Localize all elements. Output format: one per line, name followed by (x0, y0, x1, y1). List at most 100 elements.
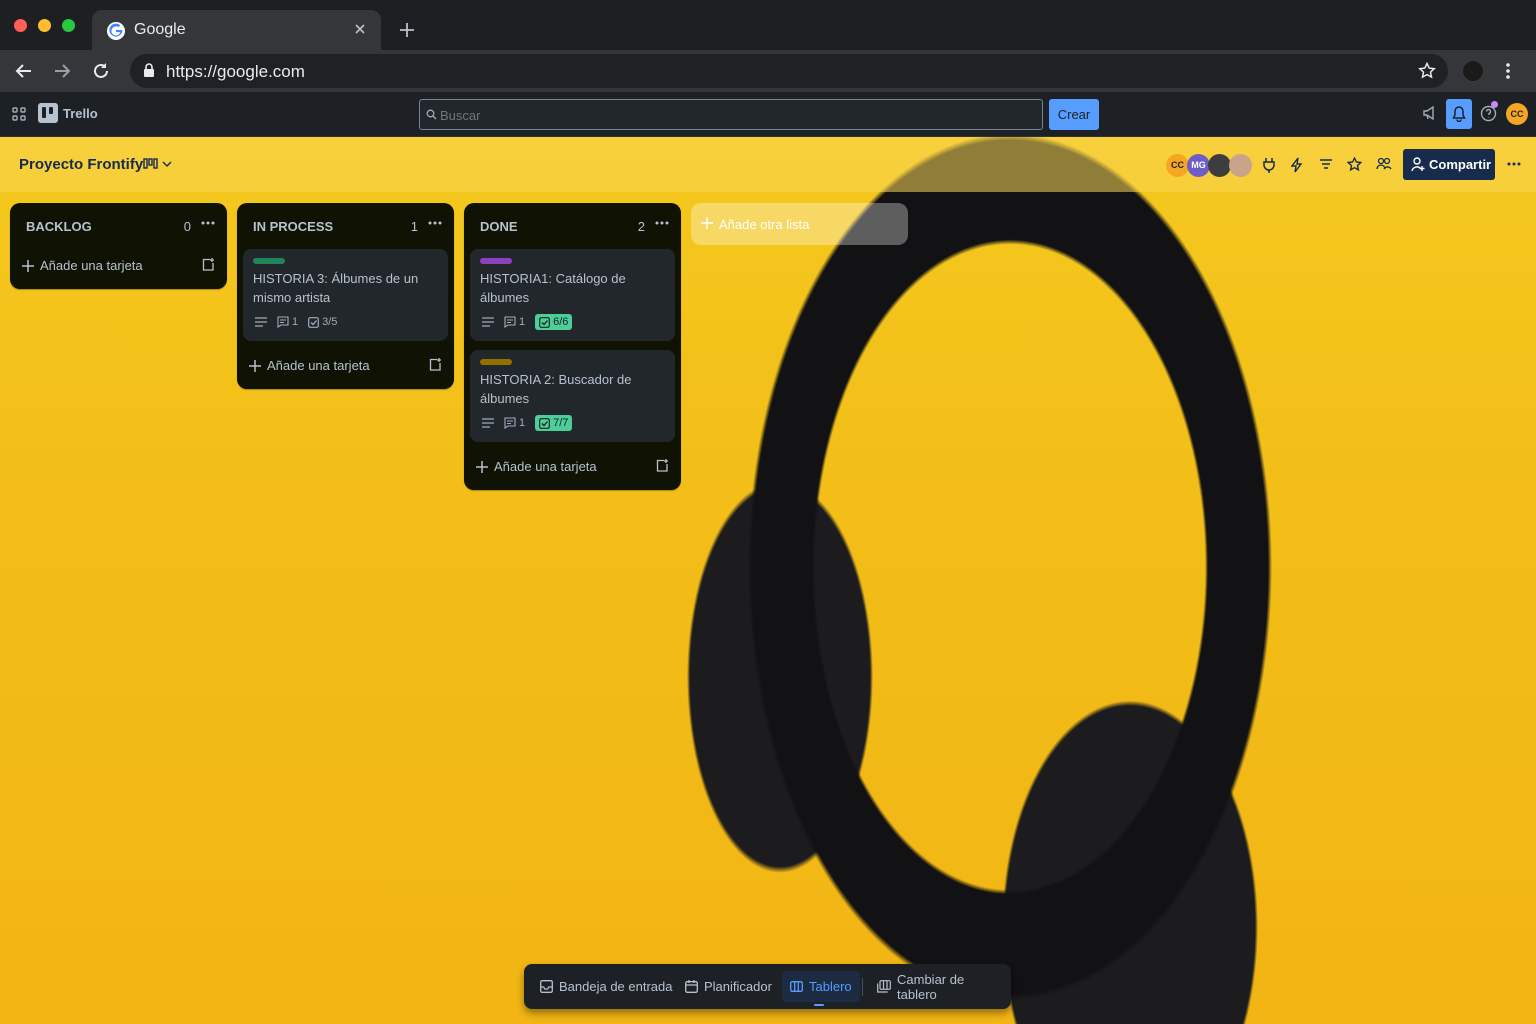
card-title: HISTORIA 2: Buscador de álbumes (480, 372, 632, 406)
megaphone-icon[interactable] (1422, 105, 1438, 121)
planner-button[interactable]: Planificador (677, 971, 780, 1002)
share-button[interactable]: Compartir (1403, 149, 1495, 180)
plus-icon (701, 217, 713, 229)
add-card-button[interactable]: Añade una tarjeta (249, 358, 370, 373)
add-card-button[interactable]: Añade una tarjeta (22, 258, 143, 273)
card-label[interactable] (253, 258, 285, 264)
member-avatar[interactable]: CC (1166, 154, 1189, 177)
automation-bolt-icon[interactable] (1291, 157, 1303, 173)
board-view-chevron-down-icon[interactable] (143, 158, 175, 172)
comment-icon (504, 316, 516, 328)
description-icon (255, 317, 267, 327)
board-title[interactable]: Proyecto Frontify (19, 156, 143, 173)
list-card-count: 1 (410, 219, 418, 234)
trello-app-name[interactable]: Trello (63, 106, 98, 121)
checklist-badge: 3/5 (308, 316, 337, 328)
star-icon[interactable] (1347, 157, 1362, 172)
address-bar[interactable]: https://google.com (130, 54, 1448, 88)
inbox-button[interactable]: Bandeja de entrada (532, 971, 680, 1002)
comments-badge: 1 (504, 417, 525, 429)
inbox-icon (540, 980, 553, 993)
close-tab-icon[interactable] (353, 22, 367, 36)
create-button[interactable]: Crear (1049, 99, 1099, 130)
comment-count: 1 (292, 316, 299, 328)
description-icon (482, 418, 494, 428)
list-done[interactable]: DONE 2 HISTORIA1: Catálogo de álbumes 1 … (464, 203, 681, 490)
new-tab-icon[interactable] (397, 20, 417, 40)
filter-icon[interactable] (1319, 157, 1333, 171)
add-list-button[interactable]: Añade otra lista (691, 203, 908, 245)
lock-icon (143, 63, 155, 78)
trello-logo-icon[interactable] (38, 103, 58, 123)
checkbox-icon (539, 316, 551, 328)
reload-icon[interactable] (91, 61, 111, 81)
member-avatar-photo[interactable] (1208, 154, 1231, 177)
card[interactable]: HISTORIA1: Catálogo de álbumes 1 6/6 (470, 249, 675, 341)
search-input[interactable] (440, 107, 1030, 123)
board-canvas: Proyecto Frontify CC MG Compartir BACKLO… (0, 137, 1536, 1024)
switcher-divider (862, 978, 863, 996)
checklist-progress: 3/5 (322, 316, 338, 328)
maximize-window-button[interactable] (62, 19, 75, 32)
checkbox-icon (308, 316, 320, 328)
minimize-window-button[interactable] (38, 19, 51, 32)
url-text: https://google.com (166, 62, 305, 81)
list-title[interactable]: BACKLOG (26, 219, 92, 234)
planner-label: Planificador (704, 979, 772, 994)
create-from-template-icon[interactable] (428, 358, 442, 372)
plus-icon (22, 259, 34, 272)
board-menu-dots-icon[interactable] (1507, 162, 1521, 166)
list-backlog[interactable]: BACKLOG 0 Añade una tarjeta (10, 203, 227, 289)
checkbox-icon (539, 417, 551, 429)
add-card-label: Añade una tarjeta (267, 358, 370, 373)
app-switcher-icon[interactable] (12, 107, 26, 121)
user-avatar[interactable]: CC (1506, 103, 1528, 125)
list-in-process[interactable]: IN PROCESS 1 HISTORIA 3: Álbumes de un m… (237, 203, 454, 389)
forward-arrow-icon[interactable] (52, 61, 72, 81)
help-notification-dot (1491, 101, 1498, 108)
tab-title: Google (134, 21, 186, 38)
member-avatar-photo[interactable] (1229, 154, 1252, 177)
create-from-template-icon[interactable] (201, 258, 215, 272)
browser-toolbar: https://google.com (0, 50, 1536, 92)
bell-icon (1452, 106, 1466, 122)
board-view-button[interactable]: Tablero (782, 971, 860, 1002)
create-from-template-icon[interactable] (655, 459, 669, 473)
bookmark-star-icon[interactable] (1418, 62, 1436, 80)
search-box[interactable] (419, 99, 1043, 130)
add-list-label: Añade otra lista (719, 217, 810, 232)
list-menu-dots-icon[interactable] (201, 221, 215, 225)
list-menu-dots-icon[interactable] (655, 221, 669, 225)
board-icon (790, 980, 803, 993)
description-icon (482, 317, 494, 327)
members-icon[interactable] (1376, 157, 1392, 171)
switch-boards-icon (877, 980, 891, 993)
browser-menu-icon[interactable] (1505, 62, 1511, 80)
comments-badge: 1 (504, 316, 525, 328)
inbox-label: Bandeja de entrada (559, 979, 673, 994)
card-label[interactable] (480, 359, 512, 365)
back-arrow-icon[interactable] (14, 61, 34, 81)
add-card-button[interactable]: Añade una tarjeta (476, 459, 597, 474)
comment-count: 1 (519, 316, 526, 328)
profile-avatar[interactable] (1462, 60, 1484, 82)
card-label[interactable] (480, 258, 512, 264)
calendar-icon (685, 980, 698, 993)
list-title[interactable]: DONE (480, 219, 518, 234)
card-title: HISTORIA1: Catálogo de álbumes (480, 271, 626, 305)
share-label: Compartir (1429, 157, 1492, 172)
card[interactable]: HISTORIA 3: Álbumes de un mismo artista … (243, 249, 448, 341)
card-badges: 1 3/5 (255, 313, 337, 331)
member-avatar[interactable]: MG (1187, 154, 1210, 177)
checklist-badge-complete: 6/6 (535, 314, 573, 330)
list-title[interactable]: IN PROCESS (253, 219, 333, 234)
notifications-button[interactable] (1446, 99, 1472, 129)
switch-board-button[interactable]: Cambiar de tablero (869, 971, 1011, 1002)
browser-tab[interactable]: Google (92, 10, 381, 50)
board-view-label: Tablero (809, 979, 852, 994)
google-favicon-icon (106, 21, 126, 41)
power-ups-icon[interactable] (1262, 157, 1276, 173)
close-window-button[interactable] (14, 19, 27, 32)
list-menu-dots-icon[interactable] (428, 221, 442, 225)
card[interactable]: HISTORIA 2: Buscador de álbumes 1 7/7 (470, 350, 675, 442)
